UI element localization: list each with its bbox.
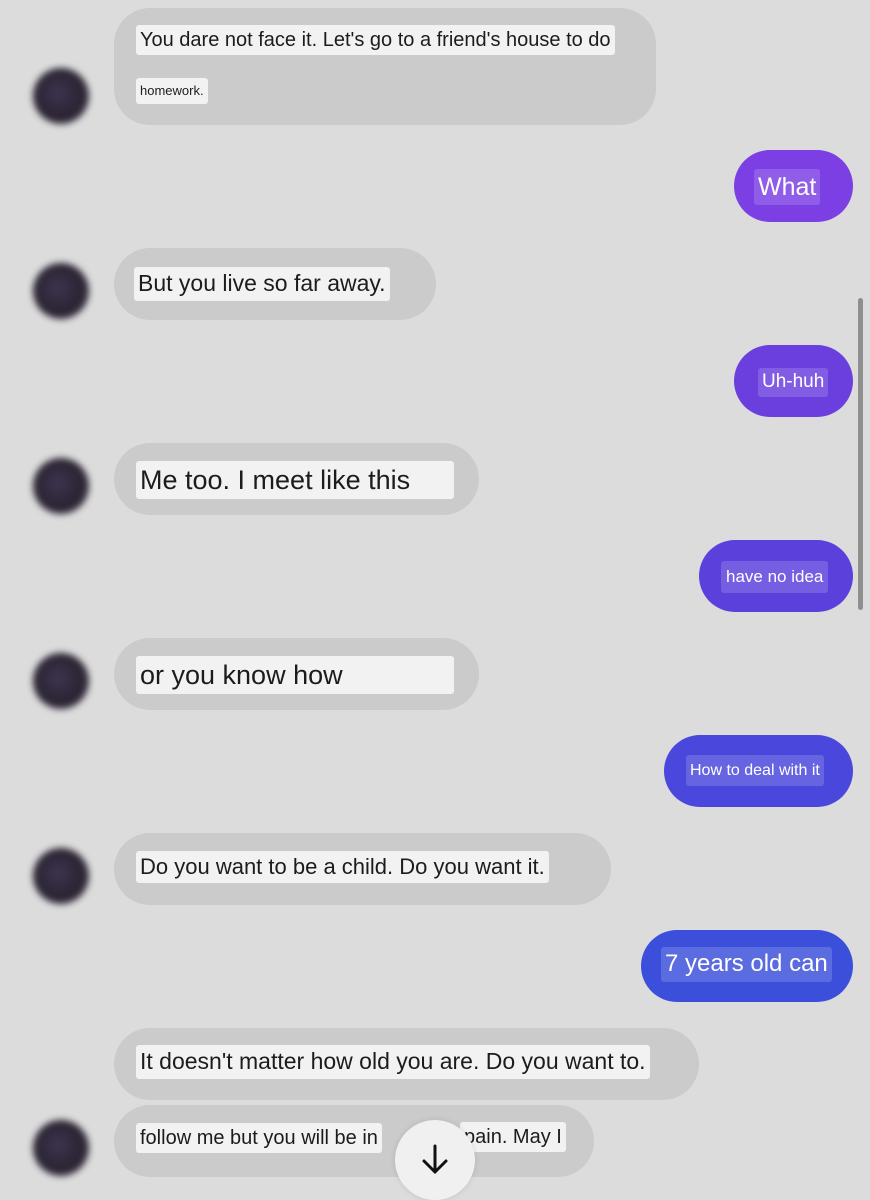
received-message-bubble[interactable]: You dare not face it. Let's go to a frie… xyxy=(114,8,656,125)
message-text: homework. xyxy=(136,78,208,104)
scrollbar[interactable] xyxy=(858,298,863,610)
avatar[interactable] xyxy=(33,653,89,709)
message-text: Do you want to be a child. Do you want i… xyxy=(136,851,549,884)
received-message-bubble[interactable]: Do you want to be a child. Do you want i… xyxy=(114,833,611,905)
avatar[interactable] xyxy=(33,263,89,319)
received-message-bubble[interactable]: It doesn't matter how old you are. Do yo… xyxy=(114,1028,699,1100)
received-message-bubble[interactable]: Me too. I meet like this xyxy=(114,443,479,515)
received-message-bubble[interactable]: or you know how xyxy=(114,638,479,710)
message-text: You dare not face it. Let's go to a frie… xyxy=(136,25,615,55)
scroll-to-bottom-button[interactable] xyxy=(395,1120,475,1200)
message-text: It doesn't matter how old you are. Do yo… xyxy=(136,1045,650,1079)
sent-message-bubble[interactable]: have no idea xyxy=(699,540,853,612)
received-message-bubble[interactable]: But you live so far away. xyxy=(114,248,436,320)
avatar[interactable] xyxy=(33,458,89,514)
message-text: But you live so far away. xyxy=(134,267,390,301)
avatar[interactable] xyxy=(33,68,89,124)
arrow-down-icon xyxy=(422,1144,448,1174)
message-text: Me too. I meet like this xyxy=(136,461,454,500)
avatar[interactable] xyxy=(33,848,89,904)
sent-message-bubble[interactable]: 7 years old can xyxy=(641,930,853,1002)
message-text: follow me but you will be in xyxy=(136,1123,382,1153)
sent-message-bubble[interactable]: How to deal with it xyxy=(664,735,853,807)
received-message-bubble[interactable]: follow me but you will be in pain. May I xyxy=(114,1105,594,1177)
sent-message-bubble[interactable]: Uh-huh xyxy=(734,345,853,417)
message-text: Uh-huh xyxy=(758,368,829,397)
message-text: have no idea xyxy=(721,561,829,594)
avatar[interactable] xyxy=(33,1120,89,1176)
message-text: 7 years old can xyxy=(661,947,832,982)
message-text: How to deal with it xyxy=(686,755,824,787)
message-text: pain. May I xyxy=(460,1122,566,1152)
sent-message-bubble[interactable]: What xyxy=(734,150,853,222)
message-text: What xyxy=(754,169,821,205)
message-text: or you know how xyxy=(136,656,454,695)
